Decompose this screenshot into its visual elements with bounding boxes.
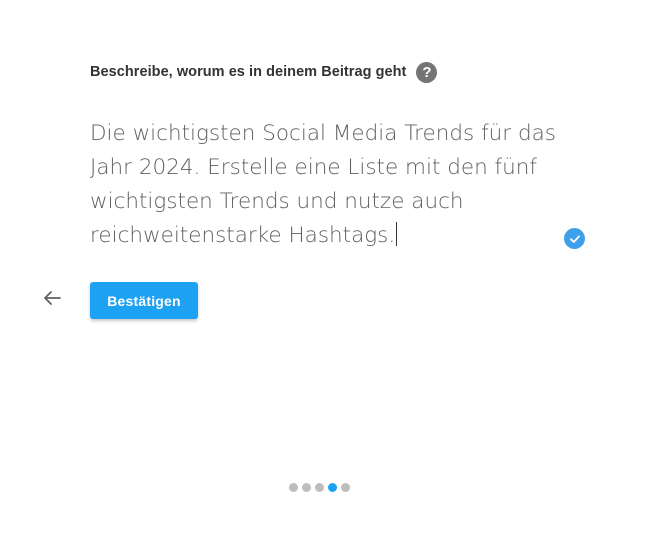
post-description-step: Beschreibe, worum es in deinem Beitrag g… xyxy=(0,0,660,533)
prompt-row: Beschreibe, worum es in deinem Beitrag g… xyxy=(90,60,438,84)
check-mark-glyph xyxy=(569,235,580,243)
prompt-label: Beschreibe, worum es in deinem Beitrag g… xyxy=(90,64,407,80)
question-mark-icon[interactable]: ? xyxy=(416,61,438,83)
confirm-button[interactable]: Bestätigen xyxy=(90,282,198,319)
check-circle-icon xyxy=(564,228,585,249)
step-indicator xyxy=(289,483,350,492)
step-dot-4[interactable] xyxy=(328,483,337,492)
back-arrow-glyph xyxy=(44,291,61,305)
text-cursor xyxy=(396,222,398,246)
step-dot-2[interactable] xyxy=(302,483,311,492)
step-dot-5[interactable] xyxy=(341,483,350,492)
step-dot-3[interactable] xyxy=(315,483,324,492)
step-dot-1[interactable] xyxy=(289,483,298,492)
arrow-left-icon[interactable] xyxy=(40,286,64,310)
description-value: Die wichtigsten Social Media Trends für … xyxy=(90,121,556,248)
description-textarea[interactable]: Die wichtigsten Social Media Trends für … xyxy=(90,117,560,253)
